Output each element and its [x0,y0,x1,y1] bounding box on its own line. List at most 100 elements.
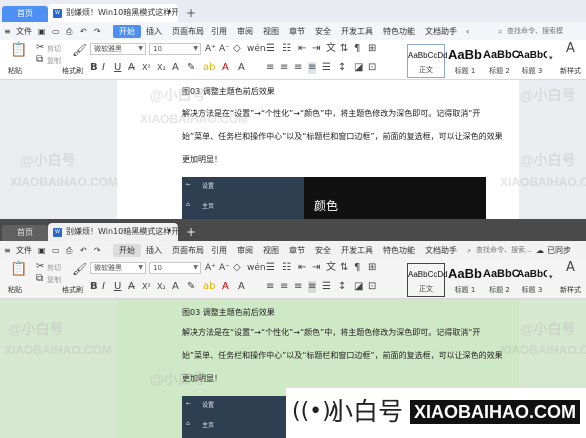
style-heading-3[interactable]: AaBbC 标题 3 [517,263,547,297]
grow-font-icon[interactable]: A⁺ [205,262,216,274]
menu-doc-assistant[interactable]: 文档助手 [425,244,457,257]
menu-special-features[interactable]: 特色功能 [383,25,415,38]
align-center-icon[interactable]: ≡ [280,62,288,74]
paste-label[interactable]: 粘贴 [8,285,22,295]
pinyin-icon[interactable]: wén [247,262,266,274]
menu-start[interactable]: 开始 [113,25,141,38]
decrease-indent-icon[interactable]: ⇤ [298,43,306,55]
cut-label[interactable]: 剪切 [47,44,61,54]
copy-icon[interactable]: ⧉ [36,273,43,285]
style-normal[interactable]: AaBbCcDd 正文 [407,263,448,297]
style-heading-2[interactable]: AaBbC 标题 2 [483,44,520,78]
menu-file[interactable]: 文件 [16,25,32,38]
print-icon[interactable]: ⎙ [66,25,72,38]
menu-view[interactable]: 视图 [263,244,279,257]
char-shading-icon[interactable]: A [238,281,245,293]
print-icon[interactable]: ⎙ [66,244,72,257]
tab-document[interactable]: W 别嫌烦！Win10暗黑模式这样开 • [48,4,178,22]
pinyin-icon[interactable]: wén [247,43,266,55]
undo-icon[interactable]: ↶ [80,244,87,257]
style-heading-1[interactable]: AaBb 标题 1 [448,44,482,78]
folder-icon[interactable]: ▭ [52,25,60,38]
undo-icon[interactable]: ↶ [80,25,87,38]
menu-view[interactable]: 视图 [263,25,279,38]
menu-security[interactable]: 安全 [315,25,331,38]
border-icon[interactable]: ⊡ [368,281,376,293]
font-name-select[interactable]: 微软雅黑 ▼ [90,43,146,55]
sort-icon[interactable]: ⇅ [340,262,348,274]
superscript-icon[interactable]: X² [142,281,151,293]
command-search-input[interactable]: ⌕ 查找命令、搜索模板 [497,25,563,38]
menu-file[interactable]: 文件 [16,244,32,257]
font-size-select[interactable]: 10 ▼ [149,43,201,55]
align-right-icon[interactable]: ≡ [294,281,302,293]
command-search-input[interactable]: ⌕ 查找命令、搜索... [466,244,532,257]
bold-icon[interactable]: B [90,62,98,74]
new-style-icon[interactable]: A [566,42,575,55]
sort-icon[interactable]: ⇅ [340,43,348,55]
shrink-font-icon[interactable]: A⁻ [219,262,230,274]
save-icon[interactable]: ▣ [38,25,46,38]
format-painter-label[interactable]: 格式刷 [62,285,83,295]
shading-icon[interactable]: ◪ [354,281,363,293]
char-shading-icon[interactable]: A [238,62,245,74]
clear-format-icon[interactable]: ◇ [233,262,241,274]
distribute-icon[interactable]: ☰ [322,281,331,293]
format-painter-label[interactable]: 格式刷 [62,66,83,76]
line-spacing-icon[interactable]: ↕ [338,281,346,293]
menu-security[interactable]: 安全 [315,244,331,257]
tab-document[interactable]: W 别嫌烦！Win10暗黑模式这样开 • [48,223,178,241]
copy-icon[interactable]: ⧉ [36,54,43,66]
tab-home[interactable]: 首页 [2,225,48,241]
format-painter-icon[interactable]: 🖌 [72,44,87,56]
text-effect-icon[interactable]: A [172,62,179,74]
menu-dev-tools[interactable]: 开发工具 [341,25,373,38]
increase-indent-icon[interactable]: ⇥ [312,43,320,55]
bullet-list-icon[interactable]: ☰ [266,43,275,55]
highlight-icon[interactable]: ab [203,62,215,74]
font-color-wand-icon[interactable]: ✎ [187,281,195,293]
menu-page-layout[interactable]: 页面布局 [172,244,204,257]
menu-references[interactable]: 引用 [211,25,227,38]
scroll-icon[interactable]: ‹ [466,25,469,38]
clear-format-icon[interactable]: ◇ [233,43,241,55]
superscript-icon[interactable]: X² [142,62,151,74]
menu-insert[interactable]: 插入 [146,25,162,38]
highlight-icon[interactable]: ab [203,281,215,293]
chinese-layout-icon[interactable]: 文 [326,43,336,55]
new-style-label[interactable]: 新样式 [560,285,581,295]
decrease-indent-icon[interactable]: ⇤ [298,262,306,274]
format-painter-icon[interactable]: 🖌 [72,263,87,275]
new-tab-button[interactable]: + [184,225,198,239]
cloud-sync-icon[interactable]: ☁ [536,244,544,257]
align-center-icon[interactable]: ≡ [280,281,288,293]
font-color-icon[interactable]: A [222,62,229,74]
menu-insert[interactable]: 插入 [146,244,162,257]
menu-references[interactable]: 引用 [211,244,227,257]
styles-scroll-icon[interactable]: ▾ [549,52,553,64]
shrink-font-icon[interactable]: A⁻ [219,43,230,55]
justify-icon[interactable]: ≡ [308,62,317,74]
text-effect-icon[interactable]: A [172,281,179,293]
bold-icon[interactable]: B [90,281,98,293]
subscript-icon[interactable]: X₂ [157,62,166,74]
cut-label[interactable]: 剪切 [47,263,61,273]
save-icon[interactable]: ▣ [38,244,46,257]
menu-chapter[interactable]: 章节 [289,25,305,38]
sync-status-label[interactable]: 已同步 [547,244,571,257]
font-name-select[interactable]: 微软雅黑 ▼ [90,262,146,274]
align-left-icon[interactable]: ≡ [266,62,274,74]
style-heading-1[interactable]: AaBb 标题 1 [448,263,482,297]
strikethrough-icon[interactable]: A̶ [128,281,135,293]
tab-home[interactable]: 首页 [2,6,48,22]
redo-icon[interactable]: ↷ [94,25,101,38]
subscript-icon[interactable]: X₂ [157,281,166,293]
copy-label[interactable]: 复制 [47,275,61,285]
show-marks-icon[interactable]: ¶ [354,262,360,274]
hamburger-icon[interactable]: ≡ [4,25,11,38]
redo-icon[interactable]: ↷ [94,244,101,257]
increase-indent-icon[interactable]: ⇥ [312,262,320,274]
table-icon[interactable]: ⊞ [368,262,376,274]
numbered-list-icon[interactable]: ☷ [282,262,291,274]
underline-icon[interactable]: U [114,62,121,74]
